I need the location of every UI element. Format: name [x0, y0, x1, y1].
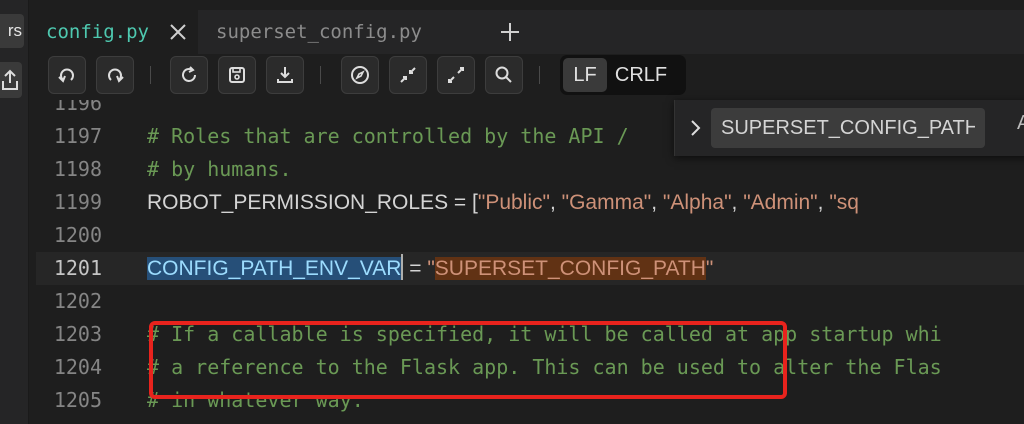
code-line: 1205 # in whatever way.	[36, 384, 1024, 417]
expand-icon	[448, 67, 464, 83]
line-number: 1199	[53, 190, 102, 214]
punctuation: ,	[651, 191, 663, 214]
eol-option-lf[interactable]: LF	[563, 58, 607, 92]
expand-button[interactable]	[437, 56, 475, 94]
line-number: 1204	[53, 355, 102, 379]
save-icon	[229, 67, 245, 83]
code-line: 1202	[36, 285, 1024, 318]
operator: = [	[448, 191, 478, 214]
collapse-icon	[400, 67, 416, 83]
rail-label[interactable]: rs	[0, 14, 24, 48]
tab-label: config.py	[46, 21, 149, 43]
identifier: ROBOT_PERMISSION_ROLES	[147, 191, 449, 214]
code-text: ROBOT_PERMISSION_ROLES = ["Public", "Gam…	[147, 186, 859, 219]
comment-text: # Roles that are controlled by the API /	[147, 124, 641, 148]
line-number: 1202	[53, 289, 102, 313]
string-quote: "	[427, 257, 435, 280]
line-number: 1203	[53, 322, 102, 346]
code-line: 1200	[36, 219, 1024, 252]
comment-text: # a reference to the Flask app. This can…	[147, 355, 942, 379]
code-line-current: 1201 CONFIG_PATH_ENV_VAR = "SUPERSET_CON…	[36, 252, 1024, 285]
punctuation: ,	[817, 191, 830, 214]
eol-option-crlf[interactable]: CRLF	[607, 58, 675, 92]
search-icon	[495, 66, 512, 83]
download-button[interactable]	[266, 56, 304, 94]
string-literal: "Gamma"	[561, 191, 652, 214]
tab-label: superset_config.py	[216, 21, 422, 43]
line-number: 1198	[53, 157, 102, 181]
code-line: 1199 ROBOT_PERMISSION_ROLES = ["Public",…	[36, 186, 1024, 219]
find-input[interactable]	[711, 108, 985, 148]
line-number: 1196	[53, 100, 102, 115]
operator: =	[403, 257, 428, 280]
undo-icon	[58, 68, 74, 83]
code-text: CONFIG_PATH_ENV_VAR = "SUPERSET_CONFIG_P…	[147, 252, 713, 285]
chevron-right-icon[interactable]	[685, 118, 705, 138]
tab-bar: config.py superset_config.py	[36, 10, 1024, 54]
toolbar: LF CRLF	[36, 54, 1024, 100]
line-number: 1200	[53, 223, 102, 247]
download-icon	[277, 67, 293, 83]
redo-button[interactable]	[96, 56, 134, 94]
code-line: 1198 # by humans.	[36, 153, 1024, 186]
undo-button[interactable]	[48, 56, 86, 94]
comment-text: # If a callable is specified, it will be…	[147, 322, 942, 346]
string-literal: "sq	[829, 191, 859, 214]
close-icon[interactable]	[168, 22, 188, 42]
upload-button[interactable]	[0, 62, 22, 98]
save-button[interactable]	[218, 56, 256, 94]
upload-icon	[2, 69, 18, 90]
code-line: 1204 # a reference to the Flask app. Thi…	[36, 351, 1024, 384]
refresh-icon	[182, 66, 196, 82]
tab-config-py[interactable]: config.py	[36, 10, 198, 54]
side-rail: rs	[0, 0, 29, 424]
search-button[interactable]	[485, 56, 523, 94]
comment-text: # in whatever way.	[147, 388, 364, 412]
compass-button[interactable]	[341, 56, 379, 94]
line-number: 1205	[53, 388, 102, 412]
punctuation: ,	[731, 191, 744, 214]
line-number: 1197	[53, 124, 102, 148]
string-quote: "	[705, 257, 714, 280]
punctuation: ,	[549, 191, 562, 214]
code-line: 1203 # If a callable is specified, it wi…	[36, 318, 1024, 351]
toolbar-divider	[320, 66, 321, 84]
line-number: 1201	[53, 256, 102, 280]
find-match: SUPERSET_CONFIG_PATH	[434, 257, 706, 280]
toolbar-divider	[539, 66, 540, 84]
find-widget: A	[674, 100, 1024, 156]
toolbar-divider	[150, 66, 151, 84]
comment-text: # by humans.	[147, 157, 292, 181]
compass-icon	[351, 66, 369, 84]
line-ending-toggle: LF CRLF	[560, 55, 686, 95]
selected-identifier: CONFIG_PATH_ENV_VAR	[147, 257, 402, 280]
tab-superset-config-py[interactable]: superset_config.py	[208, 10, 422, 54]
string-literal: "Alpha"	[662, 191, 732, 214]
collapse-button[interactable]	[389, 56, 427, 94]
refresh-button[interactable]	[170, 56, 208, 94]
redo-icon	[108, 68, 124, 83]
match-case-toggle[interactable]: A	[1017, 112, 1024, 135]
string-literal: "Public"	[477, 191, 550, 214]
string-literal: "Admin"	[743, 191, 818, 214]
plus-icon[interactable]	[498, 20, 522, 44]
